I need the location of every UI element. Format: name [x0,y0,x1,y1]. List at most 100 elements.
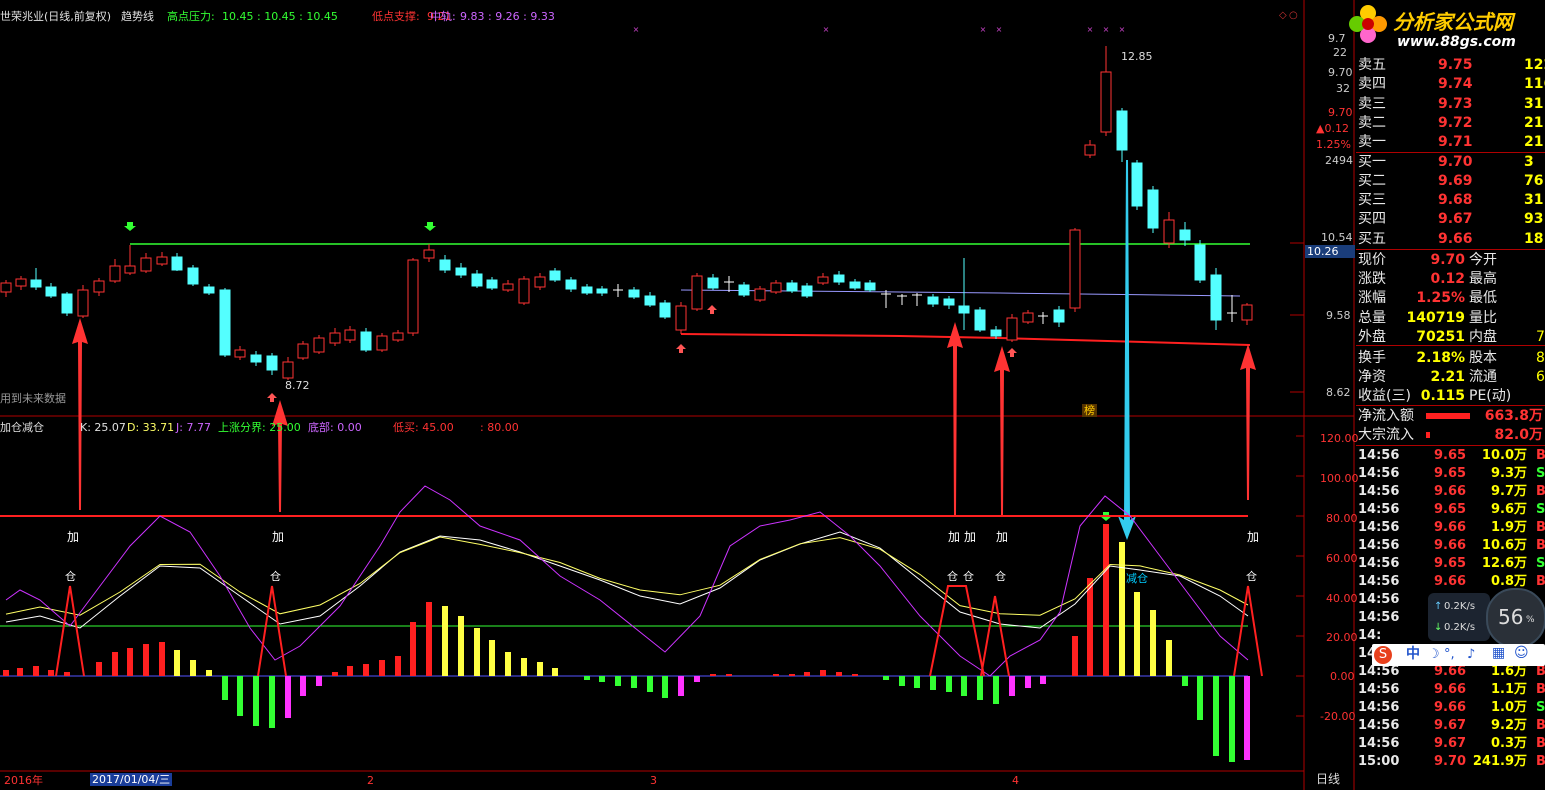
flow-row: 大宗流入 82.0万 [1356,426,1545,445]
tick-row[interactable]: 14:56 9.66 1.9万 B [1356,519,1545,537]
axis-label: 9.7 [1328,32,1346,45]
tick-row[interactable]: 14:56 9.65 10.0万 B [1356,447,1545,465]
orderbook-row[interactable]: 买一 9.70 3 [1356,153,1545,172]
histogram-bar [820,670,826,676]
histogram-bar [474,628,480,676]
tick-volume: 1.0万 [1490,700,1527,715]
ime-mode[interactable]: 中 [1406,647,1420,661]
candle-body [1147,189,1159,229]
candle-body [124,265,136,274]
current-price-tag: 10.26 [1305,245,1355,258]
candle-body [707,277,719,289]
tick-row[interactable]: 15:00 9.70 241.9万 B [1356,753,1545,771]
candle-body [455,267,467,276]
level-volume: 21 [1524,114,1544,131]
tick-row[interactable]: 14:56 9.67 9.2万 B [1356,717,1545,735]
add-label: 加 [272,530,285,544]
buy-signal-arrow [947,322,963,515]
candle-body [534,276,546,288]
punct-icon[interactable]: °, [1444,648,1455,661]
histogram-bar [1197,676,1203,720]
quote-label: 涨跌 [1358,271,1386,288]
download-arrow-icon: ↓ [1434,622,1443,633]
candle-body [1100,71,1112,133]
bottom-value: 底部: 0.00 [308,421,362,434]
tick-time: 14:56 [1358,484,1400,499]
tick-row[interactable]: 14:56 9.66 1.1万 B [1356,681,1545,699]
tick-time: 14:56 [1358,736,1400,751]
cpu-meter[interactable]: 56 % [1486,588,1545,648]
histogram-bar [458,616,464,676]
low-marker: 8.72 [285,379,310,392]
tick-row[interactable]: 14:56 9.65 9.3万 S [1356,465,1545,483]
orderbook-row[interactable]: 买五 9.66 18 [1356,230,1545,249]
stock-title[interactable]: 世荣兆业(日线,前复权) [0,10,111,23]
site-logo[interactable]: 分析家公式网 www.88gs.com [1345,2,1545,54]
flow-bar [1426,413,1470,419]
histogram-bar [395,656,401,676]
reduce-label: 减仓 [1126,572,1148,585]
tick-row[interactable]: 14:56 9.66 9.7万 B [1356,483,1545,501]
candle-body [109,265,121,282]
indicator-name[interactable]: 趋势线 [121,10,154,23]
orderbook-row[interactable]: 卖三 9.73 31 [1356,95,1545,114]
orderbook-row[interactable]: 买二 9.69 76 [1356,172,1545,191]
candle-body [93,280,105,293]
sub-indicator-name[interactable]: 加仓减仓 [0,421,44,434]
user-icon[interactable]: ☺ [1514,646,1529,660]
orderbook-row[interactable]: 买三 9.68 31 [1356,191,1545,210]
tick-time: 14:56 [1358,700,1400,715]
rank-badge[interactable]: 榜 [1082,404,1097,417]
orderbook-row[interactable]: 卖二 9.72 21 [1356,114,1545,133]
candle-body [990,329,1002,337]
moon-icon[interactable]: ☽ [1428,648,1440,661]
orderbook-row[interactable]: 卖一 9.71 21 [1356,133,1545,152]
add-label: 加 [1247,530,1260,544]
level-volume: 3 [1524,153,1534,170]
keyboard-icon[interactable]: ▦ [1492,646,1505,660]
candle-body [297,343,309,359]
candle-body [234,349,246,358]
orderbook-row[interactable]: 卖四 9.74 116 [1356,75,1545,94]
level-price: 9.75 [1438,57,1473,73]
kline-chart-canvas[interactable]: × × × × × × × [0,0,1545,790]
tick-volume: 0.3万 [1490,736,1527,751]
tick-price: 9.67 [1434,736,1467,751]
tick-row[interactable]: 14:56 9.66 10.6万 B [1356,537,1545,555]
sogou-icon[interactable]: S [1374,646,1392,664]
net-speed-widget[interactable]: ↑ 0.2K/s ↓ 0.2K/s [1428,593,1490,641]
kdj-d: D: 33.71 [127,421,175,434]
histogram-bar [127,648,133,676]
down-arrow-icon [124,222,136,231]
orderbook-row[interactable]: 卖五 9.75 122 [1356,56,1545,75]
candle-body [644,295,656,306]
level-price: 9.71 [1438,134,1473,151]
flower-logo-icon [1348,4,1388,44]
period-label[interactable]: 日线 [1316,773,1340,786]
level-volume: 31 [1524,95,1544,112]
tick-price: 9.67 [1434,718,1467,733]
circle-icon[interactable]: ○ [1289,9,1298,22]
candle-body [344,329,356,341]
histogram-bar [112,652,118,676]
ime-toolbar[interactable]: S 中 ☽ °, ♪ ▦ ☺ [1372,644,1545,666]
quote-value: 70251 [1416,328,1465,345]
candle-body [471,273,483,287]
sub-axis-label: 20.00 [1326,631,1358,644]
level-price: 9.72 [1438,114,1473,131]
tick-volume: 1.9万 [1490,520,1527,535]
position-label: 仓 [995,570,1006,583]
histogram-bar [206,670,212,676]
orderbook-row[interactable]: 买四 9.67 93 [1356,210,1545,229]
tick-row[interactable]: 14:56 9.66 1.0万 S [1356,699,1545,717]
mic-icon[interactable]: ♪ [1467,648,1475,661]
cpu-value: 56 [1498,605,1524,629]
tick-row[interactable]: 14:56 9.65 9.6万 S [1356,501,1545,519]
level-label: 买四 [1358,211,1386,228]
diamond-icon[interactable]: ◇ [1279,9,1287,22]
sub-axis-label: 80.00 [1326,512,1358,525]
histogram-bar [363,664,369,676]
tick-price: 9.65 [1434,556,1467,571]
tick-row[interactable]: 14:56 9.67 0.3万 B [1356,735,1545,753]
tick-row[interactable]: 14:56 9.65 12.6万 S [1356,555,1545,573]
